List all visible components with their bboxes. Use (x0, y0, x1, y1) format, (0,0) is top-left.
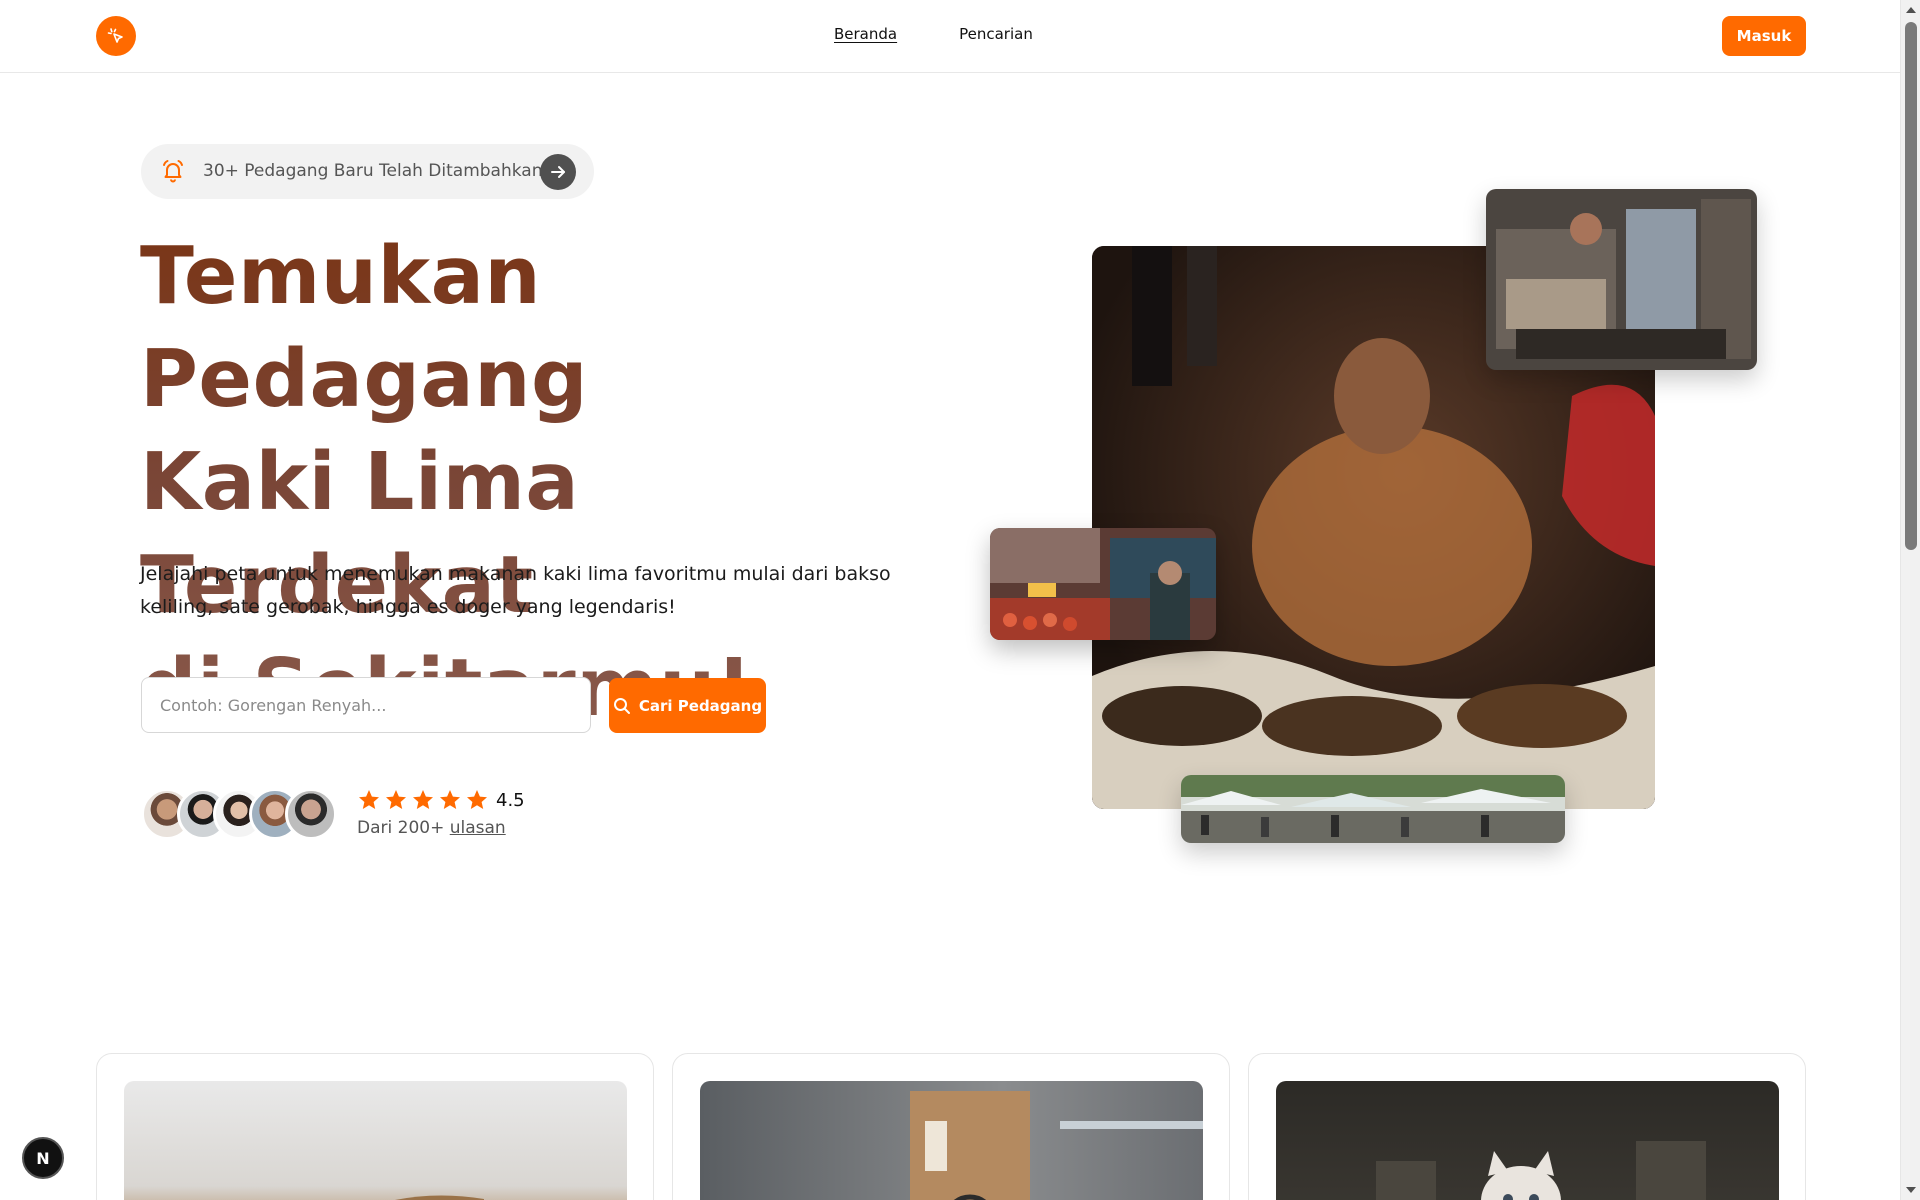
star-icon (413, 790, 433, 809)
star-icon (467, 790, 487, 809)
rating-value: 4.5 (496, 789, 525, 811)
feature-card[interactable] (1248, 1053, 1806, 1200)
rating-summary: 4.5 Dari 200+ ulasan (357, 788, 525, 839)
card-image (700, 1081, 1203, 1200)
scrollbar-thumb[interactable] (1905, 22, 1917, 550)
hero-title: Temukan Pedagang Kaki Lima Terdekat di S… (140, 225, 960, 740)
main-nav: Beranda Pencarian (834, 25, 1033, 43)
market-tents-image (1181, 775, 1565, 843)
card-photo (910, 1091, 1203, 1200)
market-stall-image (1486, 189, 1757, 370)
card-photo (1376, 1141, 1706, 1200)
hero-title-line: Temukan Pedagang (140, 230, 588, 425)
star-icon (359, 790, 379, 809)
avatar (285, 788, 337, 840)
scroll-down-icon[interactable] (1906, 1187, 1916, 1193)
card-image (1276, 1081, 1779, 1200)
hero-description: Jelajahi peta untuk menemukan makanan ka… (140, 563, 891, 618)
announcement-pill[interactable]: 30+ Pedagang Baru Telah Ditambahkan! (141, 144, 594, 199)
reviewer-avatars (141, 788, 337, 840)
card-image (124, 1081, 627, 1200)
bell-icon (163, 160, 183, 183)
page: Beranda Pencarian Masuk 30+ Pedagang Bar… (0, 0, 1900, 1200)
top-navbar: Beranda Pencarian Masuk (0, 0, 1900, 73)
search-button[interactable]: Cari Pedagang (609, 678, 766, 733)
market-tents-photo (1181, 775, 1565, 843)
card-photo (395, 1195, 484, 1200)
search-input[interactable] (141, 677, 591, 733)
reviews-count: Dari 200+ ulasan (357, 818, 525, 838)
login-button[interactable]: Masuk (1722, 16, 1806, 56)
nav-link-beranda[interactable]: Beranda (834, 25, 897, 43)
cursor-sparkle-icon (107, 28, 123, 43)
nav-link-pencarian[interactable]: Pencarian (959, 25, 1033, 43)
search-icon (613, 697, 630, 714)
scroll-up-icon[interactable] (1906, 7, 1916, 13)
star-icon (440, 790, 460, 809)
dev-tools-badge[interactable]: N (22, 1137, 64, 1179)
vertical-scrollbar[interactable] (1900, 0, 1920, 1200)
fruit-stall-image (990, 528, 1216, 640)
star-rating: 4.5 (357, 788, 525, 812)
star-icon (386, 790, 406, 809)
market-stall-photo (1486, 189, 1757, 370)
arrow-right-icon (551, 166, 565, 178)
feature-card[interactable] (96, 1053, 654, 1200)
reviews-link[interactable]: ulasan (450, 818, 506, 838)
reviews-prefix: Dari 200+ (357, 818, 445, 838)
logo[interactable] (96, 16, 136, 56)
announcement-text: 30+ Pedagang Baru Telah Ditambahkan! (203, 161, 550, 181)
feature-card[interactable] (672, 1053, 1230, 1200)
announcement-go-button[interactable] (540, 154, 576, 190)
search-button-label: Cari Pedagang (638, 696, 763, 715)
fruit-stall-photo (990, 528, 1216, 640)
